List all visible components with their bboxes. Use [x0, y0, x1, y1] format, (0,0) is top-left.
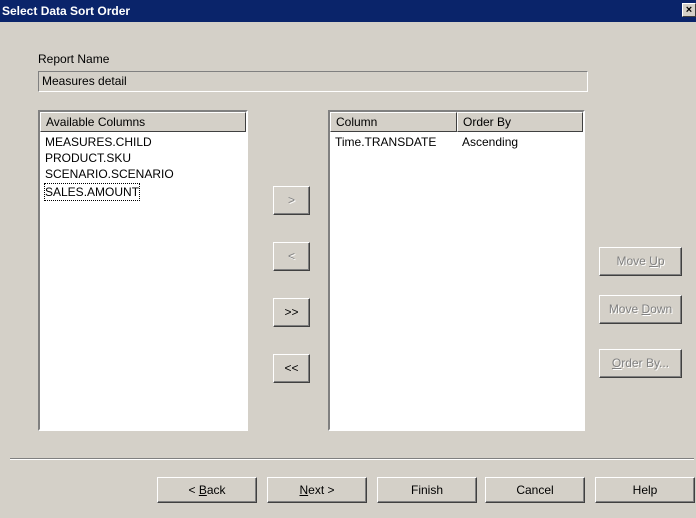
available-column-item[interactable]: SCENARIO.SCENARIO: [45, 166, 174, 182]
move-up-button[interactable]: Move Up: [599, 247, 682, 276]
move-down-hotkey: D: [641, 302, 651, 316]
report-name-field[interactable]: Measures detail: [38, 71, 588, 92]
sort-columns-list[interactable]: Column Order By Time.TRANSDATE Ascending: [328, 110, 585, 431]
next-hotkey: N: [299, 483, 309, 497]
remove-all-columns-button[interactable]: <<: [273, 354, 310, 383]
close-icon[interactable]: ×: [682, 3, 696, 17]
column-header[interactable]: Column: [330, 112, 457, 132]
move-down-label-pre: Move: [608, 302, 642, 316]
available-column-item[interactable]: PRODUCT.SKU: [45, 150, 131, 166]
order-by-button[interactable]: Order By...: [599, 349, 682, 378]
add-column-button[interactable]: >: [273, 186, 310, 215]
available-column-item-selected[interactable]: SALES.AMOUNT: [43, 183, 141, 201]
order-by-hotkey: O: [611, 356, 622, 370]
cancel-button[interactable]: Cancel: [485, 477, 585, 503]
title-bar: Select Data Sort Order ×: [0, 0, 696, 22]
move-up-label-post: p: [657, 254, 665, 268]
move-down-label-post: own: [650, 302, 673, 316]
back-button[interactable]: < Back: [157, 477, 257, 503]
add-all-columns-button[interactable]: >>: [273, 298, 310, 327]
finish-button[interactable]: Finish: [377, 477, 477, 503]
window-title: Select Data Sort Order: [2, 4, 131, 18]
move-up-label-pre: Move: [616, 254, 650, 268]
available-columns-header[interactable]: Available Columns: [40, 112, 246, 132]
back-label-pre: <: [188, 483, 199, 497]
next-button[interactable]: Next >: [267, 477, 367, 503]
back-hotkey: B: [198, 483, 207, 497]
available-column-item[interactable]: MEASURES.CHILD: [45, 134, 152, 150]
sort-order-dialog: Select Data Sort Order × Report Name Mea…: [0, 0, 696, 518]
help-button[interactable]: Help: [595, 477, 695, 503]
report-name-label: Report Name: [38, 52, 110, 66]
move-up-hotkey: U: [649, 254, 658, 268]
remove-column-button[interactable]: <: [273, 242, 310, 271]
order-by-header[interactable]: Order By: [457, 112, 583, 132]
move-down-button[interactable]: Move Down: [599, 295, 682, 324]
divider: [10, 458, 694, 460]
available-columns-list[interactable]: Available Columns MEASURES.CHILD PRODUCT…: [38, 110, 248, 431]
order-by-label-post: rder By...: [621, 356, 670, 370]
sort-row-order[interactable]: Ascending: [462, 134, 518, 150]
back-label-post: ack: [206, 483, 226, 497]
next-label-post: ext >: [308, 483, 335, 497]
sort-row-column[interactable]: Time.TRANSDATE: [335, 134, 436, 150]
